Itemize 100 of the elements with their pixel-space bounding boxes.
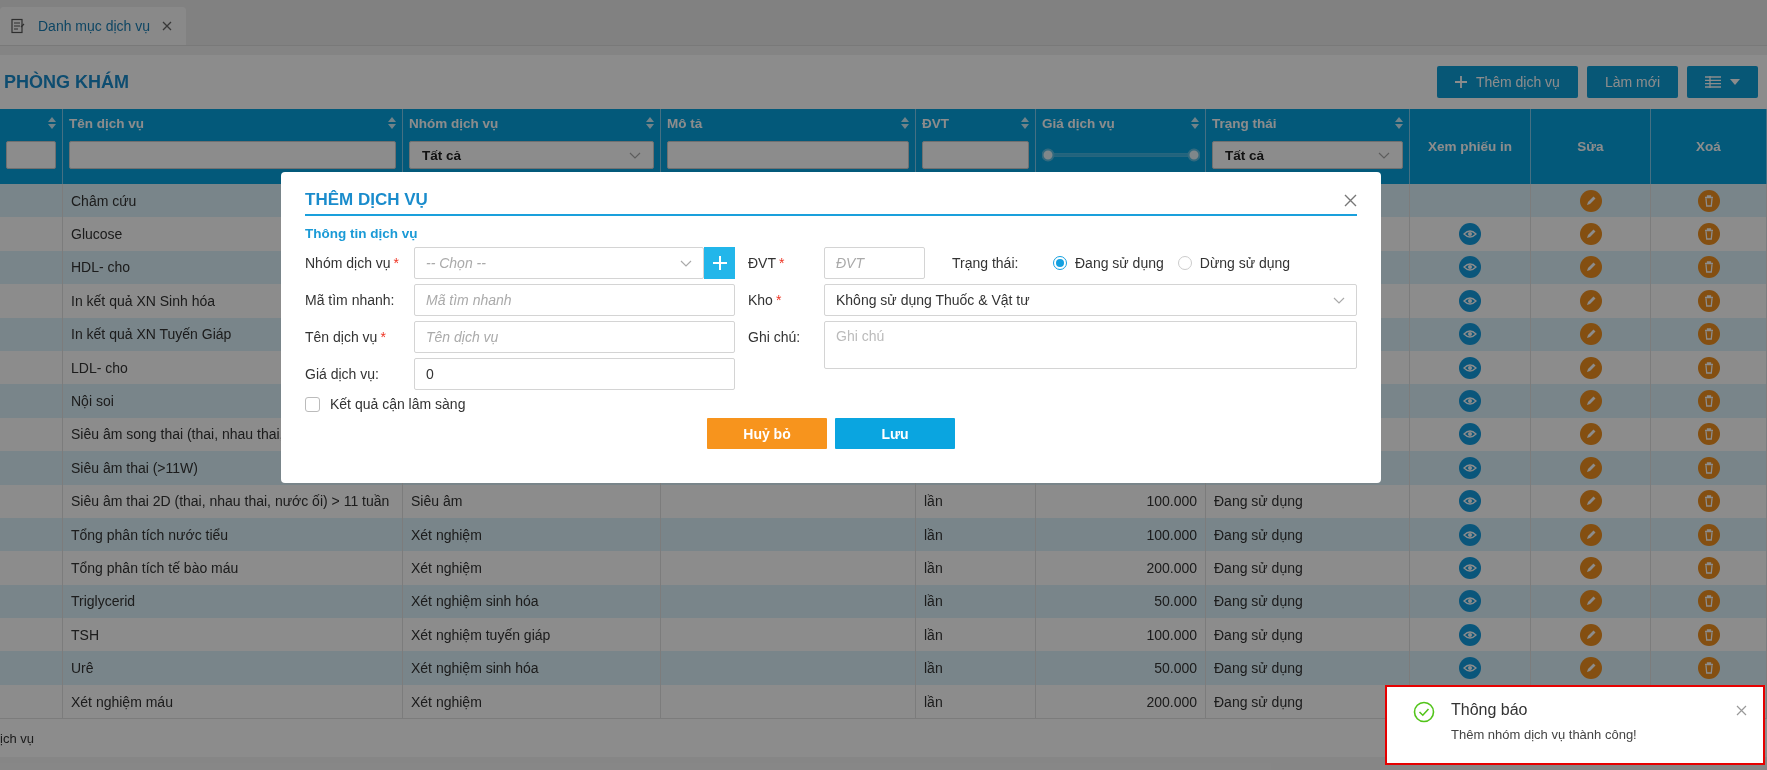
radio-label[interactable]: Dừng sử dụng	[1199, 255, 1291, 271]
view-button[interactable]	[1459, 323, 1481, 346]
chevron-icon	[1333, 296, 1345, 304]
edit-button[interactable]	[1579, 289, 1602, 312]
sort-icon[interactable]	[48, 117, 56, 129]
delete-button[interactable]	[1697, 590, 1720, 613]
edit-button[interactable]	[1579, 623, 1602, 646]
view-button[interactable]	[1459, 289, 1481, 312]
filter-dropdown[interactable]: Tất cả	[409, 141, 654, 169]
view-button[interactable]	[1459, 356, 1481, 379]
edit-button[interactable]	[1579, 390, 1602, 413]
checkbox[interactable]	[305, 396, 320, 412]
edit-button[interactable]	[1579, 657, 1602, 680]
field-label: ĐVT *	[748, 255, 786, 271]
save-button[interactable]: Lưu	[835, 418, 955, 449]
sort-icon[interactable]	[388, 117, 396, 129]
close-icon[interactable]	[1736, 705, 1747, 716]
edit-button[interactable]	[1579, 456, 1602, 479]
input-field[interactable]: Mã tìm nhanh	[414, 284, 735, 316]
table-cell: 100.000	[1146, 526, 1197, 543]
table-cell: 200.000	[1146, 560, 1197, 576]
column-header[interactable]: Trạng thái	[1212, 115, 1277, 131]
input-field[interactable]: ĐVT	[824, 247, 925, 279]
view-button[interactable]	[1459, 623, 1481, 646]
edit-button[interactable]	[1579, 490, 1602, 513]
edit-button[interactable]	[1579, 223, 1602, 246]
sort-icon[interactable]	[646, 117, 654, 129]
filter-field[interactable]	[69, 141, 396, 169]
delete-button[interactable]	[1697, 557, 1720, 579]
sort-icon[interactable]	[1395, 117, 1403, 129]
delete-button[interactable]	[1697, 356, 1720, 379]
input-field[interactable]: 0	[414, 358, 735, 390]
radio-button[interactable]	[1053, 256, 1067, 270]
radio-button[interactable]	[1177, 256, 1192, 270]
view-button[interactable]	[1459, 523, 1481, 546]
close-icon[interactable]	[1344, 193, 1357, 207]
delete-button[interactable]	[1697, 523, 1720, 546]
sort-icon[interactable]	[901, 117, 909, 129]
table-cell: Siêu âm	[411, 493, 463, 510]
table-cell: lần	[924, 560, 943, 576]
view-button[interactable]	[1459, 423, 1481, 446]
filter-field[interactable]	[922, 141, 1029, 169]
sort-icon[interactable]	[1021, 117, 1029, 129]
view-button[interactable]	[1459, 256, 1481, 279]
view-button[interactable]	[1459, 456, 1481, 479]
column-header[interactable]: Giá dịch vụ	[1042, 115, 1115, 131]
filter-field[interactable]	[667, 141, 909, 169]
dialog-title: THÊM DỊCH VỤ	[305, 190, 428, 210]
tab[interactable]: Danh mục dịch vụ	[0, 7, 187, 45]
note-field[interactable]: Ghi chú	[824, 321, 1357, 369]
field-label: Mã tìm nhanh:	[305, 292, 396, 308]
table-cell: Siêu âm song thai (thai, nhau thai,	[71, 426, 284, 443]
edit-button[interactable]	[1579, 523, 1602, 546]
delete-button[interactable]	[1697, 289, 1720, 312]
input-field[interactable]: Tên dịch vụ	[414, 321, 735, 353]
edit-button[interactable]	[1579, 256, 1602, 279]
delete-button[interactable]	[1697, 623, 1720, 646]
table-cell: Đang sử dụng	[1214, 493, 1303, 510]
view-button[interactable]	[1459, 223, 1481, 246]
store-dropdown[interactable]: Không sử dụng Thuốc & Vật tư	[824, 284, 1357, 316]
view-button[interactable]	[1459, 657, 1481, 680]
delete-button[interactable]	[1697, 390, 1720, 413]
edit-button[interactable]	[1579, 423, 1602, 446]
edit-button[interactable]	[1579, 189, 1602, 212]
delete-button[interactable]	[1697, 456, 1720, 479]
field-label: Tên dịch vụ *	[305, 329, 387, 345]
radio-label[interactable]: Đang sử dụng	[1075, 255, 1164, 271]
table-cell: lần	[924, 660, 943, 677]
delete-button[interactable]	[1697, 490, 1720, 513]
delete-button[interactable]	[1697, 657, 1720, 680]
close-icon[interactable]	[162, 21, 173, 31]
view-button[interactable]	[1459, 557, 1481, 579]
column-header[interactable]: Nhóm dịch vụ	[409, 115, 499, 131]
view-button[interactable]	[1459, 590, 1481, 613]
column-menu-button[interactable]	[1687, 66, 1758, 98]
view-button[interactable]	[1459, 390, 1481, 413]
cancel-button[interactable]: Huỷ bỏ	[707, 418, 827, 449]
edit-button[interactable]	[1579, 323, 1602, 346]
column-header[interactable]: ĐVT	[922, 115, 949, 131]
filter-field[interactable]	[6, 141, 56, 169]
edit-button[interactable]	[1579, 557, 1602, 579]
column-header[interactable]: Mô tả	[667, 115, 703, 131]
edit-button[interactable]	[1579, 590, 1602, 613]
table-cell: Đang sử dụng	[1214, 593, 1303, 610]
delete-button[interactable]	[1697, 223, 1720, 246]
table-cell: Xét nghiệm máu	[71, 693, 173, 710]
delete-button[interactable]	[1697, 256, 1720, 279]
group-dropdown[interactable]: -- Chọn --	[414, 247, 704, 279]
filter-dropdown[interactable]: Tất cả	[1212, 141, 1403, 169]
delete-button[interactable]	[1697, 423, 1720, 446]
view-button[interactable]	[1459, 490, 1481, 513]
checkbox-label[interactable]: Kết quả cận lâm sàng	[330, 396, 466, 412]
add-group-button[interactable]	[704, 247, 735, 279]
delete-button[interactable]	[1697, 189, 1720, 212]
refresh-button[interactable]: Làm mới	[1586, 66, 1678, 98]
edit-button[interactable]	[1579, 356, 1602, 379]
sort-icon[interactable]	[1191, 117, 1199, 129]
add-service-button[interactable]: Thêm dịch vụ	[1436, 66, 1578, 98]
column-header[interactable]: Tên dịch vụ	[69, 115, 144, 131]
delete-button[interactable]	[1697, 323, 1720, 346]
